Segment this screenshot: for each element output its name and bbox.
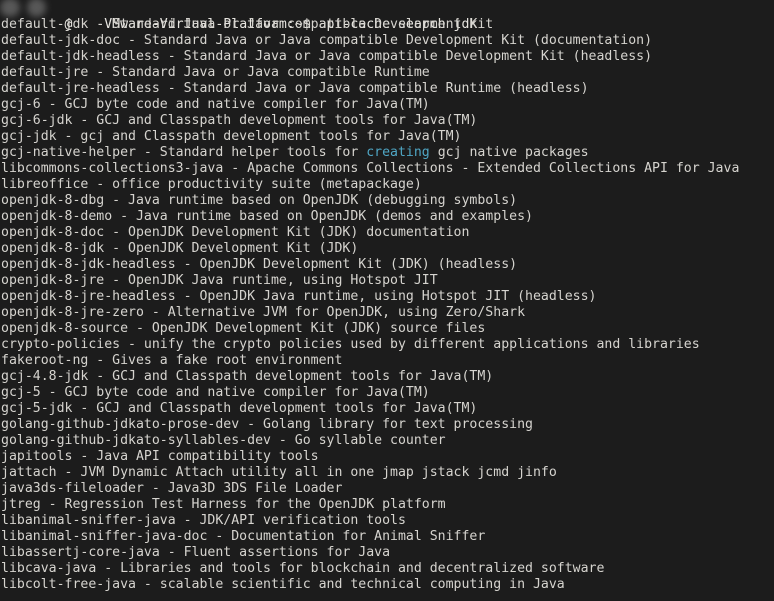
output-line: openjdk-8-source - OpenJDK Development K… (1, 321, 486, 336)
output-line: libassertj-core-java - Fluent assertions… (1, 545, 391, 560)
output-line: golang-github-jdkato-syllables-dev - Go … (1, 433, 446, 448)
terminal-screen[interactable]: @ -VMware-Virtual-Platform:~$ apt-cache … (0, 0, 774, 601)
output-line: japitools - Java API compatibility tools (1, 449, 319, 464)
output-line: libanimal-sniffer-java - JDK/API verific… (1, 513, 406, 528)
redaction-blur-username (0, 0, 20, 17)
highlight-suffix: gcj native packages (429, 145, 589, 160)
output-line: golang-github-jdkato-prose-dev - Golang … (1, 417, 533, 432)
output-line: libcommons-collections3-java - Apache Co… (1, 161, 740, 176)
redaction-blur-hostname (27, 0, 46, 17)
output-line: crypto-policies - unify the crypto polic… (1, 337, 700, 352)
output-line: gcj-4.8-jdk - GCJ and Classpath developm… (1, 369, 494, 384)
shell-prompt-line: @ -VMware-Virtual-Platform:~$ apt-cache … (0, 0, 774, 32)
output-line: openjdk-8-jre - OpenJDK Java runtime, us… (1, 273, 438, 288)
output-line: gcj-jdk - gcj and Classpath development … (1, 129, 462, 144)
output-line: jtreg - Regression Test Harness for the … (1, 497, 446, 512)
output-line: gcj-5-jdk - GCJ and Classpath developmen… (1, 401, 478, 416)
output-line: libcava-java - Libraries and tools for b… (1, 561, 605, 576)
output-line: default-jdk-headless - Standard Java or … (1, 49, 653, 64)
output-line: default-jre-headless - Standard Java or … (1, 81, 589, 96)
output-line: fakeroot-ng - Gives a fake root environm… (1, 353, 343, 368)
output-line: gcj-6-jdk - GCJ and Classpath developmen… (1, 113, 478, 128)
output-line: gcj-6 - GCJ byte code and native compile… (1, 97, 430, 112)
output-line-highlighted: gcj-native-helper - Standard helper tool… (1, 145, 774, 161)
output-line: openjdk-8-doc - OpenJDK Development Kit … (1, 225, 470, 240)
output-line: openjdk-8-jdk - OpenJDK Development Kit … (1, 241, 359, 256)
output-line: libcolt-free-java - scalable scientific … (1, 577, 565, 592)
output-line: default-jre - Standard Java or Java comp… (1, 65, 430, 80)
output-line: default-jdk-doc - Standard Java or Java … (1, 33, 653, 48)
output-line: default-jdk - Standard Java or Java comp… (1, 17, 494, 32)
output-line: openjdk-8-jre-zero - Alternative JVM for… (1, 305, 526, 320)
highlight-prefix: gcj-native-helper - Standard helper tool… (1, 145, 367, 160)
output-line: openjdk-8-jre-headless - OpenJDK Java ru… (1, 289, 597, 304)
output-line: gcj-5 - GCJ byte code and native compile… (1, 385, 430, 400)
search-term-highlight: creating (366, 145, 430, 160)
output-line: openjdk-8-jdk-headless - OpenJDK Develop… (1, 257, 518, 272)
output-line: openjdk-8-demo - Java runtime based on O… (1, 209, 533, 224)
output-line: java3ds-fileloader - Java3D 3DS File Loa… (1, 481, 343, 496)
terminal-window[interactable]: @ -VMware-Virtual-Platform:~$ apt-cache … (0, 0, 774, 601)
output-line: libreoffice - office productivity suite … (1, 177, 422, 192)
output-line: jattach - JVM Dynamic Attach utility all… (1, 465, 557, 480)
output-line: openjdk-8-dbg - Java runtime based on Op… (1, 193, 518, 208)
output-line: libanimal-sniffer-java-doc - Documentati… (1, 529, 486, 544)
